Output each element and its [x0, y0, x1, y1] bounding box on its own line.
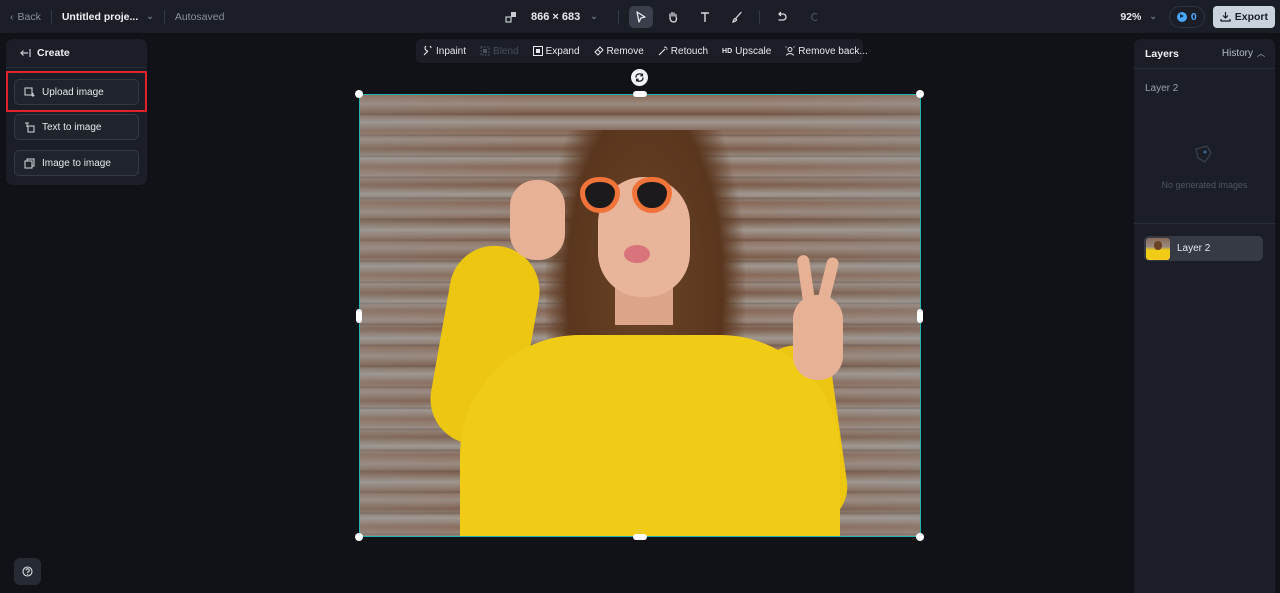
expand-icon	[532, 46, 543, 56]
zoom-level: 92%	[1120, 10, 1142, 23]
text-to-image-icon	[25, 121, 35, 133]
resize-handle-bottom[interactable]	[633, 534, 647, 540]
back-button[interactable]: ‹ Back	[10, 11, 41, 23]
create-panel-title: Create	[37, 47, 70, 59]
image-to-image-icon	[24, 157, 35, 169]
inpaint-icon	[423, 46, 432, 56]
rotate-handle[interactable]	[631, 69, 648, 86]
remove-background-button[interactable]: Remove back...	[785, 46, 868, 57]
resize-handle-top-right[interactable]	[916, 90, 924, 98]
chevron-left-icon: ‹	[10, 10, 14, 23]
redo-icon	[810, 12, 818, 21]
retouch-button[interactable]: Retouch	[658, 46, 708, 57]
divider	[617, 9, 619, 24]
upload-image-button[interactable]: Upload image	[14, 79, 139, 105]
credits-icon	[1176, 11, 1187, 22]
undo-button[interactable]	[770, 6, 794, 28]
divider	[163, 9, 165, 24]
project-title-dropdown[interactable]: Untitled proje... ⌄	[62, 11, 154, 23]
eraser-icon	[593, 46, 604, 56]
canvas-size-label: 866 × 683	[531, 10, 581, 23]
hand-tool-button[interactable]	[661, 6, 685, 28]
layer-thumbnail	[1146, 237, 1170, 260]
create-panel: Create Upload image Text to image Image …	[6, 39, 147, 185]
redo-button[interactable]	[802, 6, 826, 28]
undo-icon	[778, 11, 787, 21]
chevron-down-icon: ⌄	[1149, 11, 1157, 21]
canvas-size-dropdown[interactable]: 866 × 683 ⌄	[505, 11, 598, 23]
pointer-icon	[636, 10, 646, 23]
zoom-dropdown[interactable]: 92% ⌄	[1120, 11, 1157, 23]
text-icon	[700, 11, 709, 22]
resize-handle-top[interactable]	[633, 91, 647, 97]
history-toggle[interactable]: History ︿	[1222, 48, 1265, 59]
layers-panel: Layers History ︿ Layer 2 No generated im…	[1134, 39, 1275, 593]
rotate-icon	[635, 73, 644, 82]
resize-handle-bottom-right[interactable]	[916, 533, 924, 541]
remove-background-icon	[785, 46, 796, 56]
chevron-down-icon: ⌄	[590, 11, 598, 21]
image-lips	[624, 245, 650, 263]
image-hand-left	[510, 180, 565, 260]
current-layer-name: Layer 2	[1145, 83, 1179, 94]
magic-wand-icon	[658, 46, 668, 56]
blend-icon	[480, 46, 490, 56]
divider	[50, 9, 52, 24]
image-hand-peace	[793, 295, 843, 380]
edit-toolbar: Inpaint Blend Expand Remove Retouch HD U…	[416, 39, 868, 63]
resize-handle-right[interactable]	[917, 309, 923, 323]
layer-item[interactable]: Layer 2	[1144, 236, 1263, 261]
resize-handle-left[interactable]	[356, 309, 362, 323]
resize-handle-top-left[interactable]	[355, 90, 363, 98]
blend-button[interactable]: Blend	[480, 46, 519, 57]
divider	[1134, 223, 1275, 224]
hand-icon	[669, 11, 677, 23]
upload-image-icon	[24, 86, 35, 97]
image-sweater	[460, 335, 840, 536]
image-to-image-button[interactable]: Image to image	[14, 150, 139, 176]
expand-button[interactable]: Expand	[532, 46, 580, 57]
project-title: Untitled proje...	[61, 10, 139, 23]
chevron-down-icon: ⌄	[146, 11, 154, 21]
brush-icon	[731, 11, 742, 23]
save-status: Autosaved	[174, 10, 225, 23]
collapse-left-icon	[20, 49, 31, 57]
credits-button[interactable]: 0	[1168, 5, 1205, 28]
help-icon	[22, 566, 33, 577]
hd-icon: HD	[722, 47, 733, 55]
select-tool-button[interactable]	[628, 5, 653, 28]
inpaint-button[interactable]: Inpaint	[423, 46, 466, 57]
brush-tool-button[interactable]	[725, 6, 749, 28]
create-panel-header[interactable]: Create	[6, 39, 147, 68]
credits-count: 0	[1190, 10, 1197, 23]
canvas-image[interactable]	[359, 94, 921, 537]
top-bar: ‹ Back Untitled proje... ⌄ Autosaved 866…	[0, 0, 1280, 33]
empty-images-icon	[1195, 145, 1212, 163]
layers-tab[interactable]: Layers	[1145, 48, 1179, 60]
remove-button[interactable]: Remove	[593, 46, 644, 57]
chevron-up-icon: ︿	[1257, 49, 1265, 58]
upscale-button[interactable]: HD Upscale	[722, 46, 771, 57]
divider	[758, 9, 760, 24]
download-icon	[1220, 12, 1231, 22]
help-button[interactable]	[14, 558, 41, 585]
text-to-image-button[interactable]: Text to image	[14, 114, 139, 140]
text-tool-button[interactable]	[693, 6, 717, 28]
empty-state-message: No generated images	[1161, 180, 1248, 190]
resize-handle-bottom-left[interactable]	[355, 533, 363, 541]
export-button[interactable]: Export	[1212, 5, 1275, 28]
layers-panel-header: Layers History ︿	[1134, 39, 1275, 69]
resize-icon	[505, 11, 516, 23]
